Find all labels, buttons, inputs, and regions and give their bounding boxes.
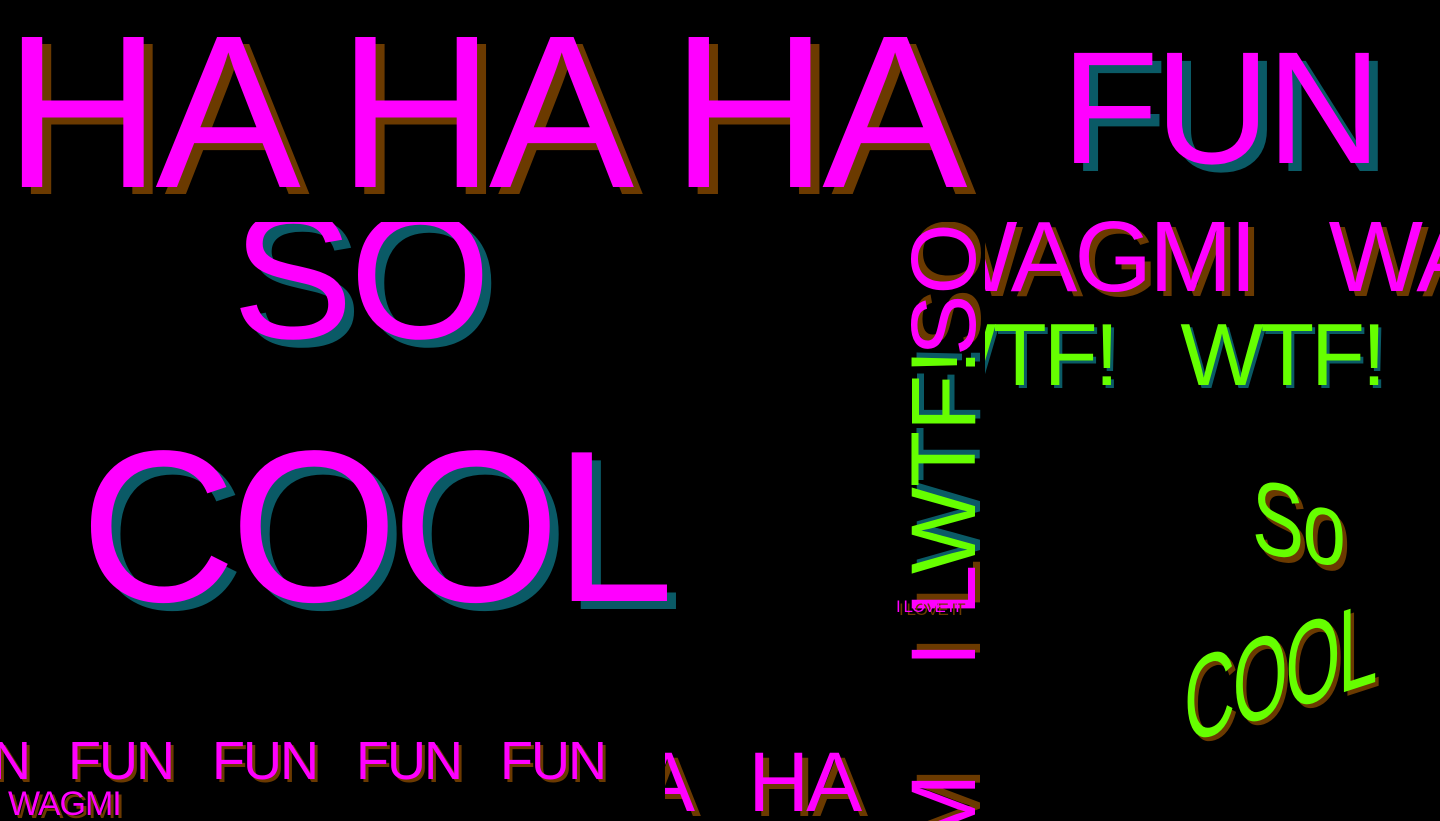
ily-small-text: I LOVE IT (896, 597, 963, 616)
ha-bottom-text: A HA (665, 735, 862, 821)
meme-word-collage: { "words": { "haha_row": "HA HA HA", "fu… (0, 0, 1440, 821)
haha-text: HA HA HA (4, 0, 968, 206)
so-vertical-text: SO (893, 223, 985, 356)
wtf-vertical-text: WTF! (893, 349, 985, 574)
wagmi-tile: WAGMI WAGMI (985, 205, 1440, 315)
fun-big-text: FUN (1061, 18, 1382, 197)
wagmi-small-text: WAGMI (8, 785, 122, 821)
green-so-cool-tile: So COOL (1140, 430, 1440, 821)
fun-row-text: N FUN FUN FUN FUN (0, 731, 607, 791)
ha-bottom-tile: A HA (665, 730, 890, 821)
fun-row-tile: N FUN FUN FUN FUN (0, 722, 665, 792)
wagmi-row-text: WAGMI WAGMI (985, 205, 1440, 313)
vertical-tile: SO WTF! I L I LOVE IT (890, 222, 985, 667)
cool-big-text: COOL (80, 405, 674, 647)
so-cool-tile: SO COOL (0, 222, 890, 722)
fun-tile: FUN (985, 0, 1440, 205)
m-bottom-tile: M (890, 730, 985, 821)
wagmi-small-tile: WAGMI (0, 785, 665, 821)
haha-tile: HA HA HA (0, 0, 985, 206)
m-bottom-text: M (893, 773, 985, 821)
wtf-tile: WTF! WTF! (985, 315, 1440, 400)
wtf-row-text: WTF! WTF! (985, 315, 1386, 400)
so-green-text: So (1252, 458, 1345, 591)
so-big-text: SO (232, 222, 491, 377)
cool-green-text: COOL (1184, 575, 1376, 770)
